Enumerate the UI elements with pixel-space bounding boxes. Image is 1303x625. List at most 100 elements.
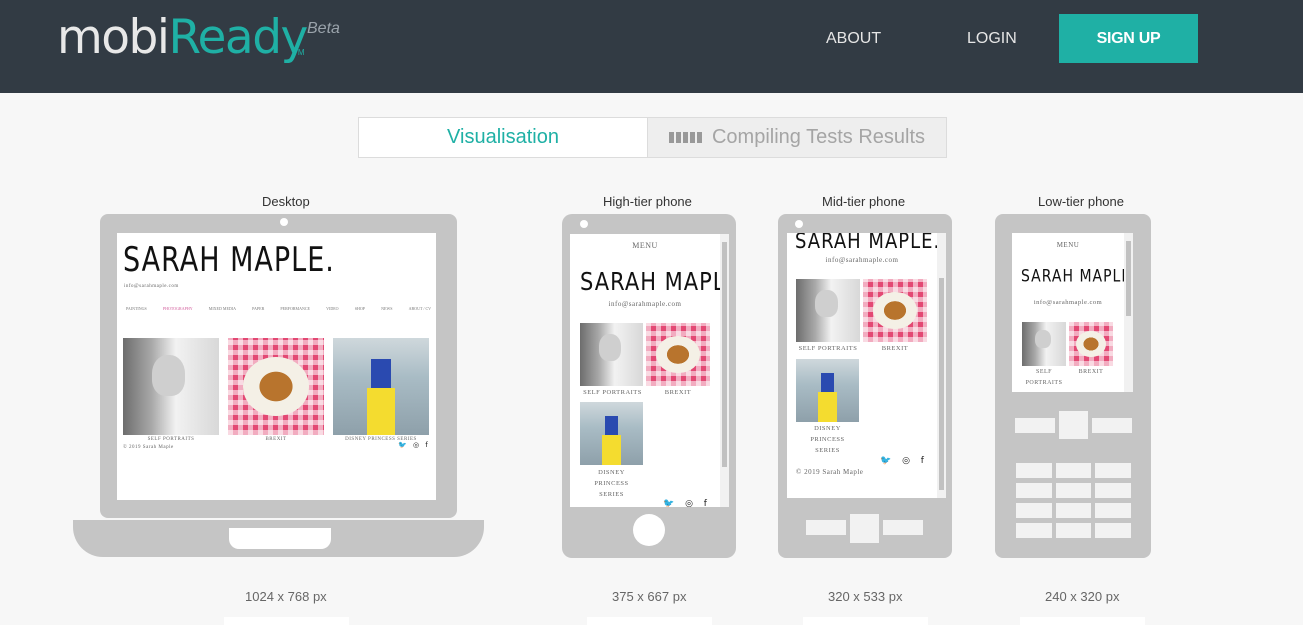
tab-compiling-label: Compiling Tests Results [711,126,926,148]
site-signature: SARAH MAPLE. [123,241,335,280]
center-key[interactable] [1059,411,1088,439]
keypad-key[interactable] [1095,523,1131,538]
dims-low-tier: 240 x 320 px [1045,589,1120,604]
keypad-key[interactable] [1056,503,1091,518]
site-signature: SARAH MAPLE. [1021,267,1133,287]
signup-button[interactable]: SIGN UP [1059,14,1198,63]
caption-disney-l1: DISNEY [598,469,625,476]
site-nav-item[interactable]: SHOP [355,306,365,311]
site-nav-item[interactable]: MIXED MEDIA [209,306,236,311]
phone-camera-icon [795,220,803,228]
progress-bars-icon [668,132,702,143]
logo-mobi: mobi [57,10,170,65]
left-soft-key[interactable] [806,520,846,535]
logo-trademark: TM [293,48,305,57]
keypad-key[interactable] [1016,503,1052,518]
brexit-image[interactable] [646,323,710,386]
site-email: info@sarahmaple.com [608,300,682,308]
tab-visualisation[interactable]: Visualisation [358,117,648,158]
caption-disney-l1: DISNEY [814,425,841,432]
desktop-site-nav: PAINTINGS PHOTOGRAPHY MIXED MEDIA PAPER … [126,306,431,311]
site-email: info@sarahmaple.com [124,284,179,289]
brexit-image[interactable] [1069,322,1113,366]
tab-visualisation-label: Visualisation [447,126,559,148]
keypad-key[interactable] [1056,463,1091,478]
site-nav-item[interactable]: PHOTOGRAPHY [163,306,193,311]
brexit-image[interactable] [228,338,324,435]
left-soft-key[interactable] [1015,418,1055,433]
scrollbar-thumb[interactable] [939,278,944,490]
laptop-trackpad [229,528,331,549]
site-menu-link[interactable]: MENU [1012,241,1124,249]
device-label-mid-tier: Mid-tier phone [822,194,906,209]
caption-disney-l3: SERIES [599,491,624,498]
site-nav-item[interactable]: NEWS [381,306,392,311]
nav-about-link[interactable]: ABOUT [826,30,881,48]
keypad-key[interactable] [1095,463,1131,478]
scrollbar-thumb[interactable] [722,242,727,467]
site-nav-item[interactable]: VIDEO [326,306,338,311]
site-signature: SARAH MAPLE. [580,267,729,296]
mid-tier-action-button[interactable] [803,617,928,625]
site-nav-item[interactable]: PAINTINGS [126,306,147,311]
caption-brexit: BREXIT [1078,369,1104,375]
disney-image[interactable] [333,338,429,435]
site-menu-link[interactable]: MENU [570,241,720,250]
device-label-desktop: Desktop [262,194,310,209]
disney-image[interactable] [796,359,859,422]
low-tier-action-button[interactable] [1020,617,1145,625]
scrollbar[interactable] [937,233,946,498]
social-icons[interactable]: 🐦 ◎ f [880,456,928,466]
low-tier-screen[interactable]: MENU SARAH MAPLE. info@sarahmaple.com SE… [1012,233,1133,392]
caption-brexit: BREXIT [881,345,909,352]
right-soft-key[interactable] [883,520,923,535]
keypad-key[interactable] [1016,523,1052,538]
right-soft-key[interactable] [1092,418,1132,433]
mid-tier-screen[interactable]: SARAH MAPLE. info@sarahmaple.com SELF PO… [787,233,946,498]
scrollbar[interactable] [1124,233,1133,392]
device-label-high-tier: High-tier phone [603,194,692,209]
scrollbar[interactable] [720,234,729,507]
social-icons[interactable]: 🐦 ◎ f [398,441,430,449]
phone-camera-icon [580,220,588,228]
high-tier-action-button[interactable] [587,617,712,625]
caption-disney-l2: PRINCESS [594,480,629,487]
keypad-key[interactable] [1095,503,1131,518]
laptop-camera-icon [280,218,288,226]
caption-disney-l3: SERIES [815,447,840,454]
site-email: info@sarahmaple.com [1033,299,1103,306]
dims-high-tier: 375 x 667 px [612,589,687,604]
desktop-screen[interactable]: SARAH MAPLE. info@sarahmaple.com PAINTIN… [117,233,436,500]
self-portrait-image[interactable] [123,338,219,435]
self-portrait-image[interactable] [580,323,643,386]
dims-mid-tier: 320 x 533 px [828,589,903,604]
keypad-key[interactable] [1056,523,1091,538]
site-nav-item[interactable]: PAPER [252,306,264,311]
self-portrait-image[interactable] [1022,322,1066,366]
keypad-key[interactable] [1095,483,1131,498]
caption-brexit: BREXIT [265,437,287,442]
desktop-action-button[interactable] [224,617,349,625]
self-portrait-image[interactable] [796,279,860,342]
home-button[interactable] [633,514,665,546]
site-nav-item[interactable]: PERFORMANCE [280,306,310,311]
scrollbar-thumb[interactable] [1126,241,1131,316]
disney-image[interactable] [580,402,643,465]
caption-self-portraits: SELF PORTRAITS [798,345,858,352]
keypad-key[interactable] [1056,483,1091,498]
device-label-low-tier: Low-tier phone [1038,194,1124,209]
high-tier-screen[interactable]: MENU SARAH MAPLE. info@sarahmaple.com SE… [570,234,729,507]
site-email: info@sarahmaple.com [825,256,899,264]
tab-compiling-results[interactable]: Compiling Tests Results [647,117,947,158]
keypad-key[interactable] [1016,483,1052,498]
site-copyright: © 2019 Sarah Maple [796,468,864,476]
top-navbar: mobiReady TM Beta ABOUT LOGIN SIGN UP [0,0,1303,93]
brexit-image[interactable] [863,279,927,342]
keypad-key[interactable] [1016,463,1052,478]
site-nav-item[interactable]: ABOUT / CV [409,306,431,311]
mobiready-logo[interactable]: mobiReady TM Beta [57,10,340,70]
beta-label: Beta [307,20,340,37]
center-key[interactable] [850,514,879,543]
social-icons[interactable]: 🐦 ◎ f [663,499,711,507]
nav-login-link[interactable]: LOGIN [967,30,1017,48]
